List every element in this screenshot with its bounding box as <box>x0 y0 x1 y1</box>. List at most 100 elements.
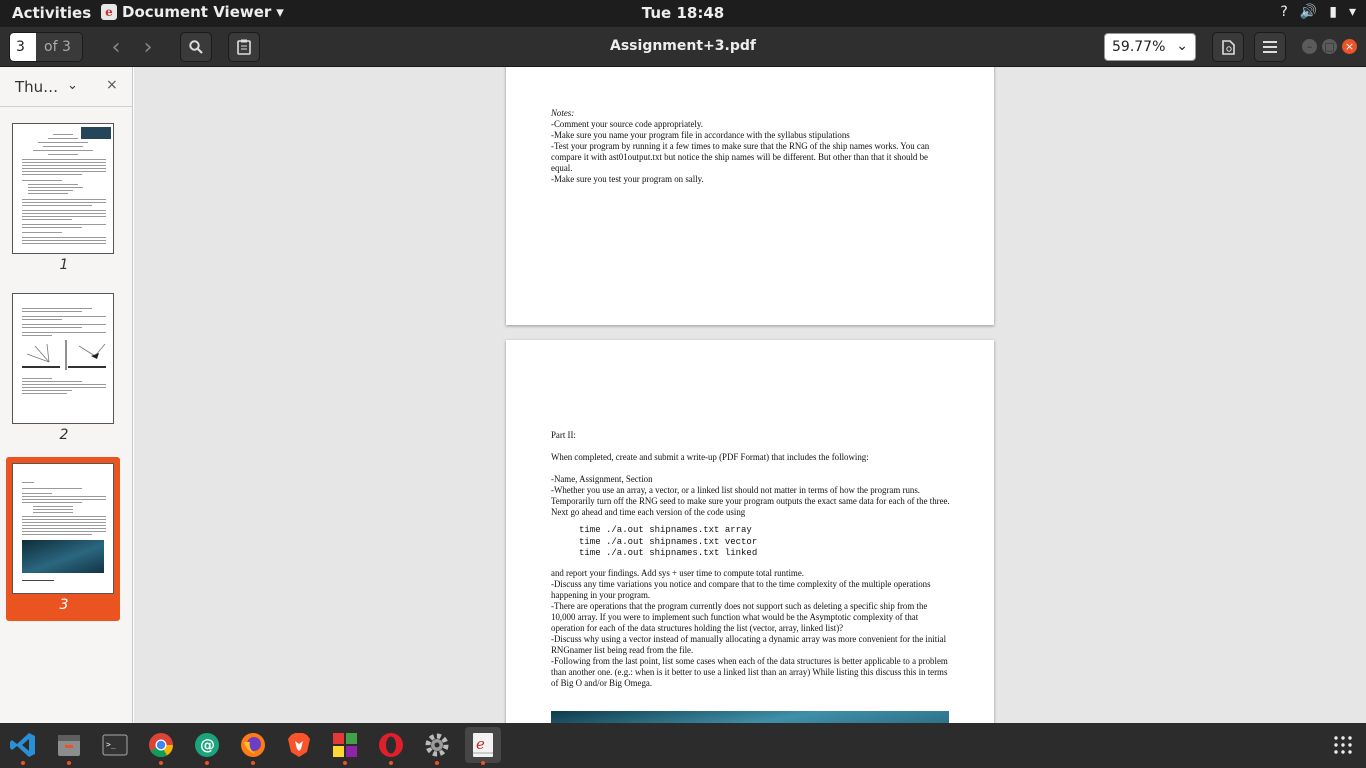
running-indicator <box>21 761 25 765</box>
boxes-launcher[interactable] <box>327 727 363 765</box>
chevron-down-icon: ⌄ <box>1176 38 1188 54</box>
svg-text:>_: >_ <box>106 740 116 749</box>
terminal-icon: >_ <box>102 734 128 756</box>
running-indicator <box>435 761 439 765</box>
document-page-2: Notes: -Comment your source code appropr… <box>506 67 994 325</box>
running-indicator <box>343 761 347 765</box>
files-launcher[interactable] <box>51 727 87 765</box>
command-line: time ./a.out shipnames.txt linked <box>579 548 758 558</box>
list-item: -Discuss any time variations you notice … <box>551 578 931 600</box>
chevron-right-icon: › <box>143 34 153 60</box>
section-heading: Part II: <box>551 430 576 440</box>
chrome-icon <box>149 733 173 758</box>
system-menu-arrow-icon[interactable]: ▾ <box>1349 4 1356 20</box>
document-view[interactable]: Notes: -Comment your source code appropr… <box>134 67 1366 723</box>
running-indicator <box>251 761 255 765</box>
page-total-label: of 3 <box>44 39 71 55</box>
page-2-notes: Notes: -Comment your source code appropr… <box>551 108 951 185</box>
note-item: -Comment your source code appropriately. <box>551 119 703 129</box>
terminal-launcher[interactable]: >_ <box>97 727 133 763</box>
paragraph: When completed, create and submit a writ… <box>551 452 869 462</box>
vscode-launcher[interactable] <box>5 727 41 765</box>
system-tray[interactable]: ? 🔊 ▮ ▾ <box>1280 4 1356 20</box>
boxes-icon <box>333 733 357 757</box>
list-item: -Following from the last point, list som… <box>551 655 948 688</box>
help-icon[interactable]: ? <box>1280 4 1287 20</box>
chevron-down-icon[interactable]: ⌄ <box>67 78 78 93</box>
minimize-button[interactable]: – <box>1302 39 1317 54</box>
thumbnail-image <box>81 127 111 139</box>
app-name: Document Viewer <box>122 3 272 21</box>
thumbnail-page-3[interactable] <box>12 463 114 594</box>
volume-icon[interactable]: 🔊 <box>1300 4 1317 20</box>
search-icon <box>189 40 203 54</box>
brave-launcher[interactable] <box>281 727 317 763</box>
zoom-select[interactable]: 59.77% ⌄ <box>1104 33 1196 61</box>
thumbnail-page-2[interactable] <box>12 293 114 424</box>
sidebar-header: Thu… ⌄ × <box>0 67 132 107</box>
chevron-down-icon: ▾ <box>276 3 284 21</box>
activities-button[interactable]: Activities <box>12 4 91 22</box>
annotations-button[interactable] <box>228 32 260 62</box>
menu-button[interactable] <box>1254 32 1286 62</box>
close-sidebar-icon[interactable]: × <box>106 77 118 93</box>
notes-heading: Notes: <box>551 108 575 118</box>
command-line: time ./a.out shipnames.txt vector <box>579 536 758 547</box>
chrome-launcher[interactable] <box>143 727 179 765</box>
svg-text:@: @ <box>200 736 215 754</box>
maximize-icon: □ <box>1324 40 1335 53</box>
next-page-button[interactable]: › <box>132 32 164 62</box>
top-bar: Activities e Document Viewer ▾ Tue 18:48… <box>0 0 1366 27</box>
running-indicator <box>481 761 485 765</box>
close-button[interactable]: × <box>1342 39 1357 54</box>
close-icon: × <box>1344 40 1355 53</box>
sidebar-mode-label[interactable]: Thu… <box>15 78 58 96</box>
brave-icon <box>288 733 310 757</box>
document-viewer-launcher[interactable]: e <box>465 727 501 765</box>
list-item: -Discuss why using a vector instead of m… <box>551 633 947 655</box>
paragraph: and report your findings. Add sys + user… <box>551 567 804 578</box>
mail-icon: @ <box>195 733 219 757</box>
clipboard-icon <box>237 39 251 55</box>
running-indicator <box>205 761 209 765</box>
firefox-icon <box>241 733 265 757</box>
note-item: -Make sure you test your program on sall… <box>551 174 704 184</box>
thumbnail-page-number: 2 <box>59 427 69 443</box>
mail-launcher[interactable]: @ <box>189 727 225 765</box>
app-grid-icon <box>1334 736 1352 754</box>
running-indicator <box>67 761 71 765</box>
battery-icon[interactable]: ▮ <box>1329 4 1337 20</box>
search-button[interactable] <box>180 32 212 62</box>
thumbnail-page-1[interactable] <box>12 123 114 254</box>
maximize-button[interactable]: □ <box>1322 39 1337 54</box>
minimize-icon: – <box>1306 40 1313 53</box>
svg-text:e: e <box>476 735 485 753</box>
dock: >_ @ e <box>0 723 1366 768</box>
running-indicator <box>389 761 393 765</box>
page-number-entry[interactable]: 3 of 3 <box>9 32 83 62</box>
current-page-input[interactable]: 3 <box>10 33 36 61</box>
thumbnail-page-number: 3 <box>59 597 69 613</box>
note-item: -Test your program by running it a few t… <box>551 141 930 173</box>
document-icon <box>1221 39 1235 55</box>
settings-icon <box>425 733 449 757</box>
opera-launcher[interactable] <box>373 727 409 765</box>
vscode-icon <box>10 733 35 757</box>
document-page-3: Part II: When completed, create and subm… <box>506 340 994 723</box>
zoom-level: 59.77% <box>1112 39 1166 55</box>
thumbnail-image <box>22 540 104 573</box>
document-properties-button[interactable] <box>1212 32 1244 62</box>
previous-page-button[interactable]: ‹ <box>100 32 132 62</box>
document-viewer-icon: e <box>473 733 493 757</box>
app-menu[interactable]: e Document Viewer ▾ <box>101 3 284 21</box>
files-icon <box>58 735 80 756</box>
clock[interactable]: Tue 18:48 <box>642 4 724 22</box>
note-item: -Make sure you name your program file in… <box>551 130 850 140</box>
chevron-left-icon: ‹ <box>111 34 121 60</box>
settings-launcher[interactable] <box>419 727 455 765</box>
firefox-launcher[interactable] <box>235 727 271 765</box>
document-image <box>551 711 949 723</box>
sidebar: Thu… ⌄ × 1 2 3 <box>0 67 133 723</box>
show-applications-button[interactable] <box>1325 727 1361 763</box>
thumbnail-page-number: 1 <box>59 257 69 273</box>
